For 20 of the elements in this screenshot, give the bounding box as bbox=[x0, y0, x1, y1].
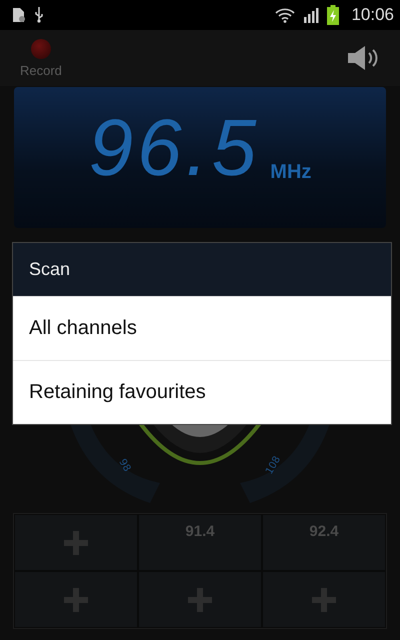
dialog-title: Scan bbox=[13, 243, 391, 296]
dial-label: 98 bbox=[116, 457, 132, 474]
wifi-icon bbox=[275, 7, 296, 23]
plus-icon bbox=[188, 588, 212, 612]
status-time: 10:06 bbox=[351, 5, 394, 25]
add-preset-button[interactable] bbox=[14, 514, 138, 571]
signal-icon bbox=[303, 7, 320, 23]
record-button[interactable]: Record bbox=[14, 38, 68, 78]
plus-icon bbox=[312, 588, 336, 612]
frequency-reading: 96.5 bbox=[88, 108, 260, 188]
plus-icon bbox=[64, 530, 88, 554]
speaker-icon[interactable] bbox=[346, 45, 380, 71]
usb-icon bbox=[34, 7, 44, 23]
settings-file-icon bbox=[12, 7, 26, 23]
battery-icon bbox=[327, 5, 340, 25]
plus-icon bbox=[64, 588, 88, 612]
add-preset-button[interactable] bbox=[138, 571, 262, 628]
add-preset-button[interactable] bbox=[14, 571, 138, 628]
add-preset-button[interactable] bbox=[262, 571, 386, 628]
frequency-unit: MHz bbox=[270, 161, 312, 184]
